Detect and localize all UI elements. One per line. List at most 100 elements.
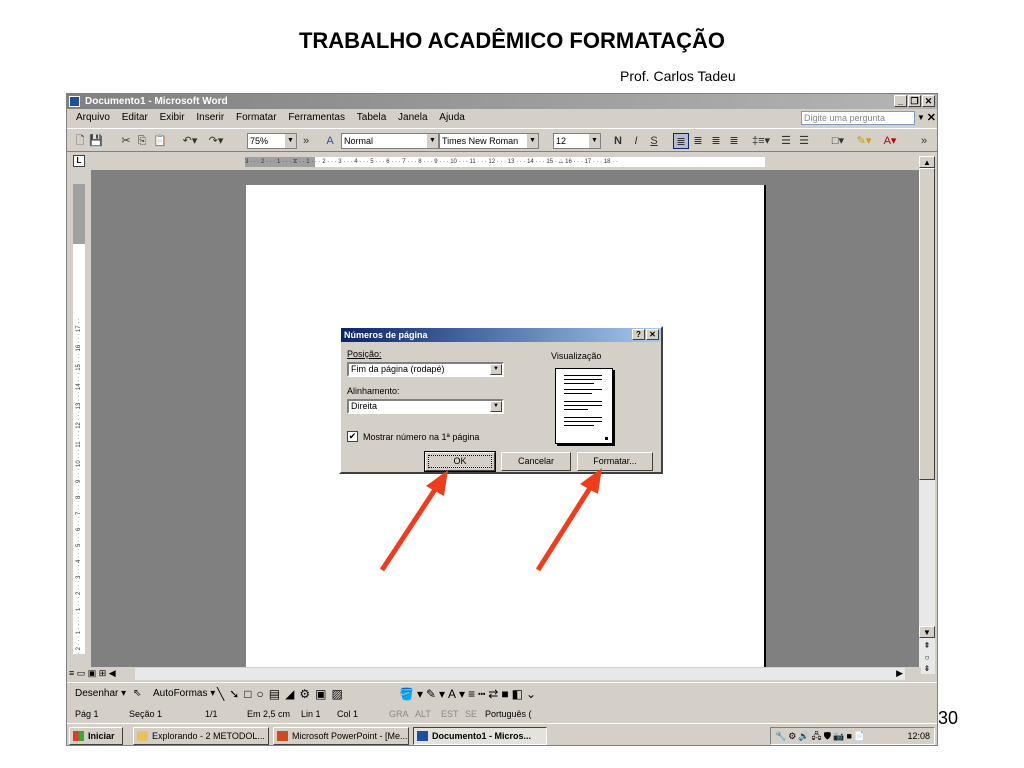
highlight-icon[interactable]: ✎▾: [853, 133, 875, 149]
restore-button[interactable]: ❐: [908, 95, 921, 107]
minimize-button[interactable]: _: [894, 95, 907, 107]
menu-bar: Arquivo Editar Exibir Inserir Formatar F…: [67, 109, 937, 127]
chevron-down-icon[interactable]: ▼: [285, 134, 296, 148]
task-explorer[interactable]: Explorando - 2 METODOL...: [133, 727, 269, 745]
help-search-input[interactable]: Digite uma pergunta: [801, 111, 915, 125]
windows-logo-icon: [73, 731, 84, 741]
chevron-down-icon[interactable]: ▼: [490, 364, 502, 375]
font-value: Times New Roman: [442, 136, 519, 146]
vertical-ruler[interactable]: · 2 · · · 1 · · · · · 1 · · · 2 · · · 3 …: [73, 184, 85, 654]
menu-tabela[interactable]: Tabela: [357, 112, 386, 123]
cut-icon[interactable]: ✂: [119, 133, 133, 149]
menu-inserir[interactable]: Inserir: [196, 112, 224, 123]
dialog-close-button[interactable]: ✕: [646, 329, 659, 340]
italic-button[interactable]: I: [629, 133, 643, 149]
chevron-down-icon[interactable]: ▼: [490, 401, 502, 412]
status-section: Seção 1: [129, 709, 163, 719]
status-rec[interactable]: GRA: [389, 705, 409, 723]
menu-formatar[interactable]: Formatar: [236, 112, 277, 123]
scroll-up-icon[interactable]: ▲: [919, 156, 935, 168]
slide-title: TRABALHO ACADÊMICO FORMATAÇÃO: [298, 28, 726, 53]
dialog-titlebar[interactable]: Números de página ? ✕: [341, 328, 661, 342]
vertical-scrollbar[interactable]: ▲ ▼ ⇞ ○ ⇟: [919, 156, 935, 674]
align-center-icon[interactable]: ≣: [691, 133, 705, 149]
copy-icon[interactable]: ⎘: [135, 133, 149, 149]
position-select[interactable]: Fim da página (rodapé) ▼: [347, 362, 504, 377]
chevron-down-icon[interactable]: ▼: [427, 134, 438, 148]
status-bar: Pág 1 Seção 1 1/1 Em 2,5 cm Lin 1 Col 1 …: [67, 705, 937, 723]
alignment-select[interactable]: Direita ▼: [347, 399, 504, 414]
styles-icon[interactable]: A: [323, 133, 337, 149]
chevron-down-icon[interactable]: ▼: [527, 134, 538, 148]
new-document-icon[interactable]: 🗋: [73, 133, 87, 149]
paste-icon[interactable]: 📋: [153, 133, 167, 149]
help-dropdown-icon[interactable]: ▼: [915, 111, 927, 125]
redo-icon[interactable]: ↷▾: [205, 133, 227, 149]
clock: 12:08: [907, 731, 930, 741]
font-size-value: 12: [556, 136, 567, 146]
border-icon[interactable]: □▾: [827, 133, 849, 149]
select-objects-icon[interactable]: ⇖: [133, 683, 141, 705]
menu-editar[interactable]: Editar: [122, 112, 148, 123]
preview-line: [564, 421, 602, 422]
word-window: Documento1 - Microsoft Word _ ❐ ✕ Arquiv…: [66, 93, 938, 746]
show-first-page-label[interactable]: Mostrar número na 1ª página: [363, 432, 479, 442]
menu-exibir[interactable]: Exibir: [160, 112, 185, 123]
ruler-bar: L 3 · · · 2 · · · 1 · · · ⧖ · · 1 · · · …: [67, 152, 937, 170]
autoshapes-menu[interactable]: AutoFormas ▾: [153, 683, 215, 705]
chevron-down-icon[interactable]: ▼: [589, 134, 600, 148]
task-powerpoint[interactable]: Microsoft PowerPoint - [Me...: [273, 727, 409, 745]
draw-menu[interactable]: Desenhar ▾: [75, 683, 126, 705]
dialog-help-button[interactable]: ?: [632, 329, 645, 340]
horizontal-scroll-track[interactable]: [135, 668, 905, 680]
drawing-color-icons[interactable]: 🪣▾✎▾A▾≡┅⇄■◧⌄: [399, 683, 539, 705]
drawing-tools-icons[interactable]: ╲➘□○▤◢⚙▣▨: [217, 683, 348, 705]
menu-ferramentas[interactable]: Ferramentas: [288, 112, 345, 123]
menu-arquivo[interactable]: Arquivo: [76, 112, 110, 123]
status-ext[interactable]: EST: [441, 705, 459, 723]
style-combo[interactable]: Normal ▼: [341, 133, 439, 149]
tab-selector[interactable]: L: [73, 155, 85, 167]
bold-button[interactable]: N: [611, 133, 625, 149]
scroll-down-icon[interactable]: ▼: [919, 626, 935, 638]
word-app-icon[interactable]: [69, 96, 80, 107]
tray-icons[interactable]: 🔧⚙🔊🖧🛡📷■📄: [775, 728, 867, 744]
justify-icon[interactable]: ≣: [727, 133, 741, 149]
more-buttons-icon[interactable]: »: [919, 133, 929, 149]
horizontal-ruler[interactable]: 3 · · · 2 · · · 1 · · · ⧖ · · 1 · · · 2 …: [245, 157, 765, 167]
status-position: Em 2,5 cm: [247, 709, 291, 719]
window-titlebar[interactable]: Documento1 - Microsoft Word _ ❐ ✕: [67, 94, 937, 109]
font-color-icon[interactable]: A▾: [879, 133, 901, 149]
menu-janela[interactable]: Janela: [398, 112, 427, 123]
scroll-thumb[interactable]: [919, 168, 935, 480]
close-button[interactable]: ✕: [922, 95, 935, 107]
next-page-icon[interactable]: ⇟: [919, 663, 935, 675]
align-left-icon[interactable]: ≣: [673, 133, 689, 149]
align-right-icon[interactable]: ≣: [709, 133, 723, 149]
status-ovr[interactable]: SE: [465, 705, 477, 723]
status-trk[interactable]: ALT: [415, 705, 431, 723]
save-icon[interactable]: 💾: [89, 133, 103, 149]
numbering-icon[interactable]: ☰: [779, 133, 793, 149]
arrow-head: [580, 468, 602, 494]
undo-icon[interactable]: ↶▾: [179, 133, 201, 149]
previous-page-icon[interactable]: ⇞: [919, 640, 935, 652]
font-combo[interactable]: Times New Roman ▼: [439, 133, 539, 149]
more-buttons-icon[interactable]: »: [301, 133, 311, 149]
show-first-page-checkbox[interactable]: ✔: [347, 431, 358, 442]
line-spacing-icon[interactable]: ‡≡▾: [749, 133, 773, 149]
status-pages: 1/1: [205, 709, 218, 719]
window-title: Documento1 - Microsoft Word: [85, 96, 228, 107]
task-word[interactable]: Documento1 - Micros...: [413, 727, 547, 745]
bullets-icon[interactable]: ☰: [797, 133, 811, 149]
close-document-button[interactable]: ✕: [927, 109, 936, 127]
horizontal-scrollbar[interactable]: ≡ ▭ ▣ ⊞ ◀ ▶: [67, 667, 921, 681]
font-size-combo[interactable]: 12 ▼: [553, 133, 601, 149]
menu-ajuda[interactable]: Ajuda: [439, 112, 465, 123]
zoom-combo[interactable]: 75% ▼: [247, 133, 297, 149]
underline-button[interactable]: S: [647, 133, 661, 149]
scroll-right-icon[interactable]: ▶: [896, 668, 903, 679]
start-button[interactable]: Iniciar: [69, 727, 123, 745]
view-buttons[interactable]: ≡ ▭ ▣ ⊞ ◀: [69, 668, 116, 679]
preview-label: Visualização: [551, 351, 602, 361]
